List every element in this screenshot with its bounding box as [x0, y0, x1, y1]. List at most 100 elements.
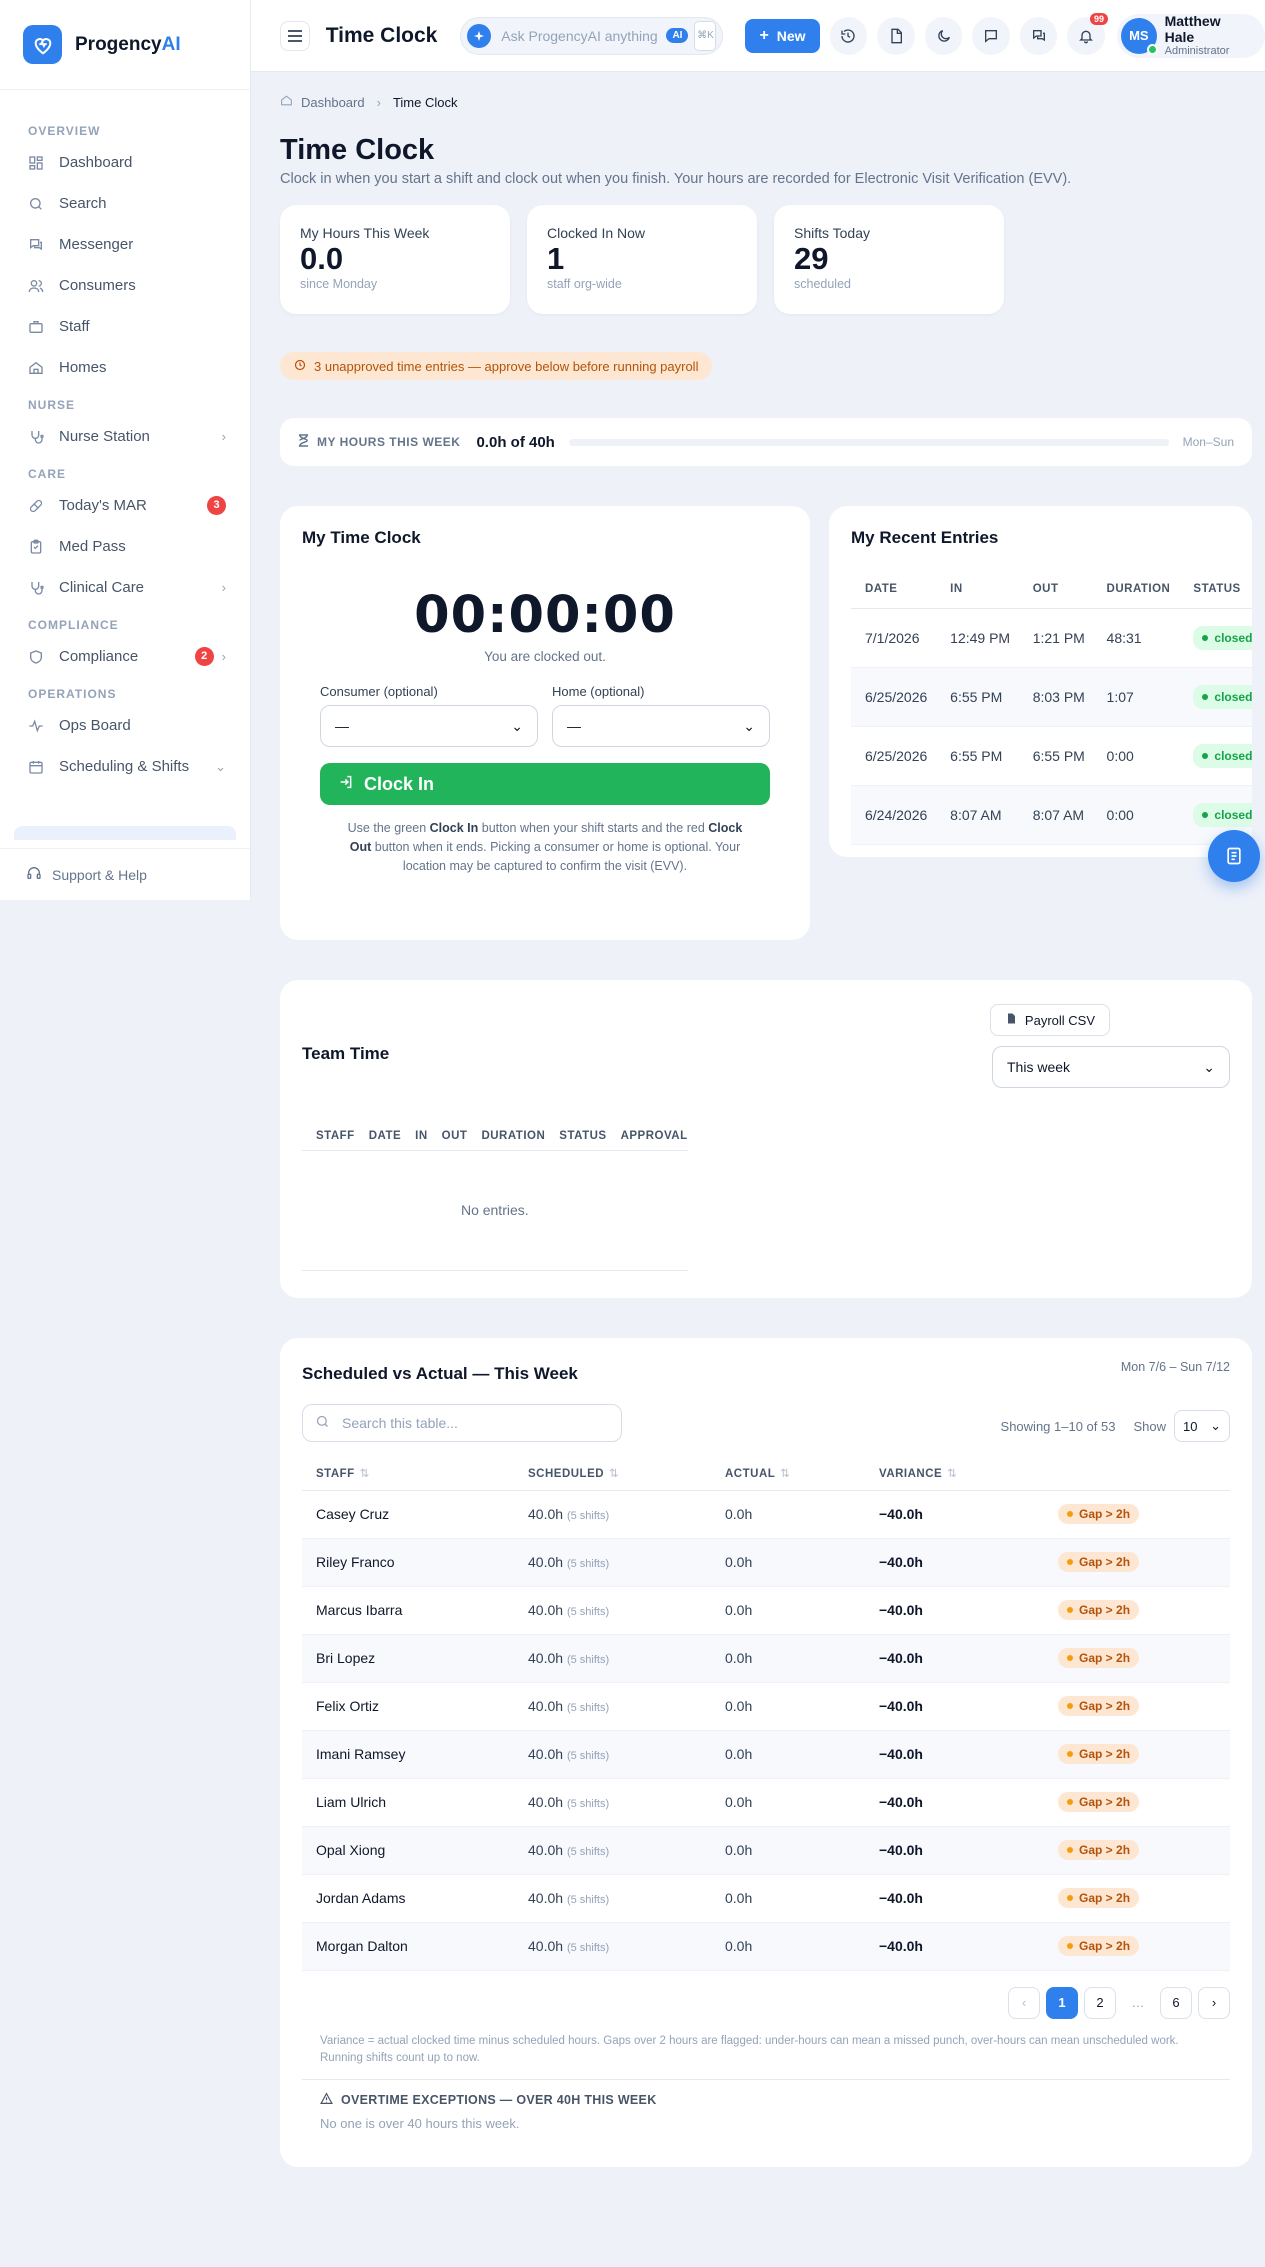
- sidebar-item-search[interactable]: Search: [0, 183, 250, 224]
- overtime-exceptions: OVERTIME EXCEPTIONS — OVER 40H THIS WEEK…: [302, 2078, 1230, 2131]
- table-row: Opal Xiong 40.0h (5 shifts) 0.0h −40.0h Gap …: [302, 1826, 1230, 1875]
- sidebar-item-label: Scheduling & Shifts: [59, 758, 190, 775]
- table-row: 7/1/2026 12:49 PM 1:21 PM 48:31 closed: [851, 608, 1252, 668]
- cell-flag: Gap > 2h: [1044, 1634, 1230, 1683]
- dark-mode-toggle[interactable]: [924, 16, 963, 55]
- payroll-csv-button[interactable]: Payroll CSV: [989, 1004, 1110, 1036]
- cell-date: 7/1/2026: [851, 608, 937, 668]
- cell-scheduled: 40.0h (5 shifts): [514, 1586, 711, 1635]
- sidebar-item-dashboard[interactable]: Dashboard: [0, 142, 250, 183]
- sidebar-item-consumers[interactable]: Consumers: [0, 265, 250, 306]
- pagination: ‹ 1 2 … 6 ›: [302, 1986, 1230, 2019]
- table-search-input[interactable]: Search this table...: [302, 1404, 622, 1442]
- search-placeholder: Search this table...: [342, 1415, 458, 1431]
- col-out: OUT: [1018, 570, 1093, 609]
- page-title: Time Clock: [280, 134, 435, 166]
- sidebar-item-label: Clinical Care: [59, 579, 145, 596]
- table-row: 6/25/2026 6:55 PM 8:03 PM 1:07 closed: [851, 667, 1252, 727]
- floating-notes-button[interactable]: [1208, 830, 1260, 882]
- menu-toggle-button[interactable]: [280, 20, 310, 51]
- stat-label: My Hours This Week: [300, 225, 430, 241]
- scheduled-vs-actual-table: STAFF ⇅ SCHEDULED ⇅ ACTUAL ⇅ VARIANCE ⇅ Case…: [302, 1456, 1230, 1971]
- stat-label: Clocked In Now: [547, 225, 646, 241]
- new-button[interactable]: + New: [745, 18, 820, 53]
- clock-in-button[interactable]: Clock In: [320, 763, 770, 805]
- hours-bar-label: MY HOURS THIS WEEK: [298, 434, 460, 450]
- stat-card-shifts-today: Shifts Today 29 scheduled: [774, 205, 1004, 314]
- cell-variance: −40.0h: [865, 1490, 1044, 1539]
- sidebar-item-messenger[interactable]: Messenger: [0, 224, 250, 265]
- page-size-select[interactable]: 10 ⌄: [1174, 1410, 1230, 1442]
- sort-icon: ⇅: [947, 1467, 958, 1480]
- home-icon: [28, 360, 44, 376]
- sidebar-item-homes[interactable]: Homes: [0, 347, 250, 388]
- support-help-link[interactable]: Support & Help: [0, 848, 250, 900]
- prev-page-button[interactable]: ‹: [1008, 1986, 1040, 2019]
- breadcrumb-dashboard-link[interactable]: Dashboard: [301, 95, 365, 110]
- next-page-button[interactable]: ›: [1198, 1986, 1230, 2019]
- ask-ai-input[interactable]: Ask ProgencyAI anything AI ⌘ K: [460, 16, 724, 55]
- nav-section-compliance: COMPLIANCE: [28, 618, 119, 632]
- page-6-button[interactable]: 6: [1160, 1986, 1192, 2019]
- hours-bar-value: 0.0h of 40h: [476, 433, 555, 451]
- col-scheduled-sortable[interactable]: SCHEDULED ⇅: [514, 1456, 711, 1491]
- brand-name: ProgencyAI: [75, 33, 181, 55]
- col-variance-sortable[interactable]: VARIANCE ⇅: [865, 1456, 1044, 1491]
- home-label: Home (optional): [552, 684, 645, 699]
- stat-sub: scheduled: [794, 277, 851, 291]
- sidebar-item-compliance[interactable]: Compliance 2 ›: [0, 636, 250, 677]
- cell-variance: −40.0h: [865, 1778, 1044, 1827]
- consumer-select[interactable]: — ⌄: [320, 705, 538, 747]
- dashboard-icon: [28, 155, 44, 171]
- card-title: Team Time: [302, 1044, 390, 1063]
- bell-icon: [1079, 30, 1094, 43]
- cell-staff: Opal Xiong: [302, 1826, 514, 1875]
- unapproved-entries-alert[interactable]: 3 unapproved time entries — approve belo…: [280, 352, 713, 380]
- gap-flag-badge: Gap > 2h: [1058, 1840, 1140, 1860]
- chevron-right-icon: ›: [221, 649, 226, 664]
- page-2-button[interactable]: 2: [1084, 1986, 1116, 2019]
- nav-section-operations: OPERATIONS: [28, 687, 117, 701]
- keyboard-shortcut-hint: ⌘ K: [694, 20, 717, 51]
- home-field: Home (optional) — ⌄: [552, 684, 770, 747]
- clock-row: My Time Clock 00:00:00 You are clocked o…: [280, 506, 1252, 940]
- chevron-down-icon: ⌄: [511, 717, 523, 734]
- sidebar-item-nurse-station[interactable]: Nurse Station ›: [0, 416, 250, 457]
- chevron-right-icon: ›: [221, 580, 226, 595]
- stat-value: 29: [794, 241, 829, 276]
- brand[interactable]: ProgencyAI: [0, 0, 250, 90]
- cell-variance: −40.0h: [865, 1826, 1044, 1875]
- sidebar-item-med-pass[interactable]: Med Pass: [0, 526, 250, 567]
- messages-button[interactable]: [972, 16, 1010, 55]
- cell-actual: 0.0h: [711, 1826, 865, 1875]
- col-in: IN: [401, 1122, 428, 1151]
- cell-date: 6/25/2026: [851, 726, 937, 786]
- page-1-button[interactable]: 1: [1046, 1986, 1078, 2019]
- plus-icon: +: [759, 26, 769, 44]
- sidebar-item-ops-board[interactable]: Ops Board: [0, 705, 250, 746]
- cell-staff: Imani Ramsey: [302, 1730, 514, 1779]
- sidebar-item-todays-mar[interactable]: Today's MAR 3: [0, 485, 250, 526]
- col-actual-sortable[interactable]: ACTUAL ⇅: [711, 1456, 865, 1491]
- sidebar-item-scheduling[interactable]: Scheduling & Shifts ⌄: [0, 746, 250, 787]
- cell-staff: Riley Franco: [302, 1538, 514, 1587]
- brand-logo-icon: [23, 25, 62, 64]
- nav-section-overview: OVERVIEW: [28, 124, 101, 138]
- col-staff-sortable[interactable]: STAFF ⇅: [302, 1456, 514, 1491]
- col-staff: STAFF: [302, 1122, 355, 1151]
- history-button[interactable]: [829, 16, 868, 55]
- cell-scheduled: 40.0h (5 shifts): [514, 1490, 711, 1539]
- user-menu[interactable]: MS Matthew Hale Administrator: [1117, 13, 1265, 58]
- home-select[interactable]: — ⌄: [552, 705, 770, 747]
- sidebar-item-staff[interactable]: Staff: [0, 306, 250, 347]
- chat-button[interactable]: [1019, 16, 1058, 55]
- stethoscope-icon: [28, 580, 44, 596]
- team-period-select[interactable]: This week ⌄: [992, 1046, 1230, 1088]
- notifications-button[interactable]: 99: [1067, 12, 1109, 55]
- pdf-button[interactable]: [877, 16, 915, 55]
- sidebar-item-label: Search: [59, 195, 107, 212]
- col-duration: DURATION: [467, 1122, 546, 1151]
- sidebar-item-clinical-care[interactable]: Clinical Care ›: [0, 567, 250, 608]
- stat-card-my-hours: My Hours This Week 0.0 since Monday: [280, 205, 510, 314]
- table-row: Bri Lopez 40.0h (5 shifts) 0.0h −40.0h Gap >…: [302, 1634, 1230, 1683]
